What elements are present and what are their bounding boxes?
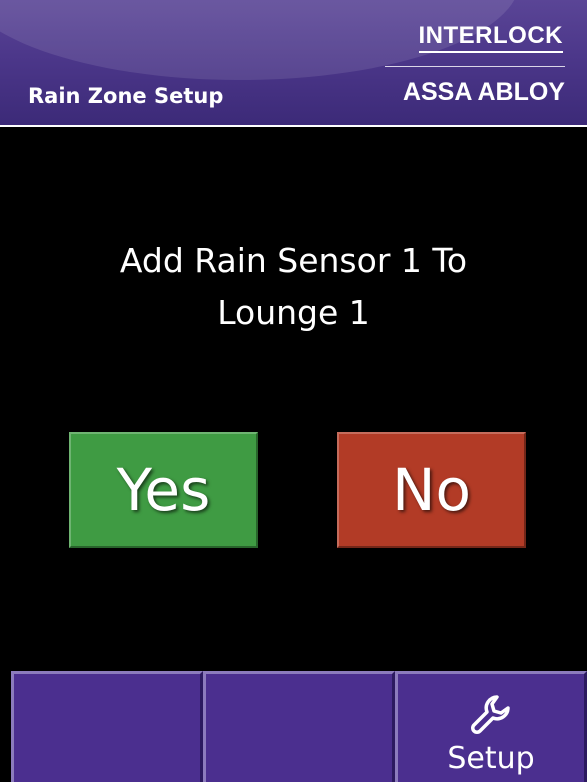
prompt-message: Add Rain Sensor 1 To Lounge 1 xyxy=(0,235,587,339)
brand-logo-assa-abloy: ASSA ABLOY xyxy=(402,78,565,106)
prompt-line-2: Lounge 1 xyxy=(217,293,370,332)
brand-logo-interlock: INTERLOCK xyxy=(418,22,563,53)
yes-button[interactable]: Yes xyxy=(69,432,258,548)
bottom-nav: Setup xyxy=(11,671,587,782)
header-bar: Rain Zone Setup INTERLOCK ASSA ABLOY xyxy=(0,0,587,125)
nav-button-1[interactable] xyxy=(11,671,203,782)
brand-divider xyxy=(385,66,565,67)
setup-button[interactable]: Setup xyxy=(395,671,587,782)
page-title: Rain Zone Setup xyxy=(28,84,224,108)
nav-button-2[interactable] xyxy=(203,671,395,782)
prompt-line-1: Add Rain Sensor 1 To xyxy=(119,241,468,280)
no-button[interactable]: No xyxy=(337,432,526,548)
setup-label: Setup xyxy=(447,741,535,776)
header-divider xyxy=(0,125,587,127)
wrench-icon xyxy=(471,695,510,734)
